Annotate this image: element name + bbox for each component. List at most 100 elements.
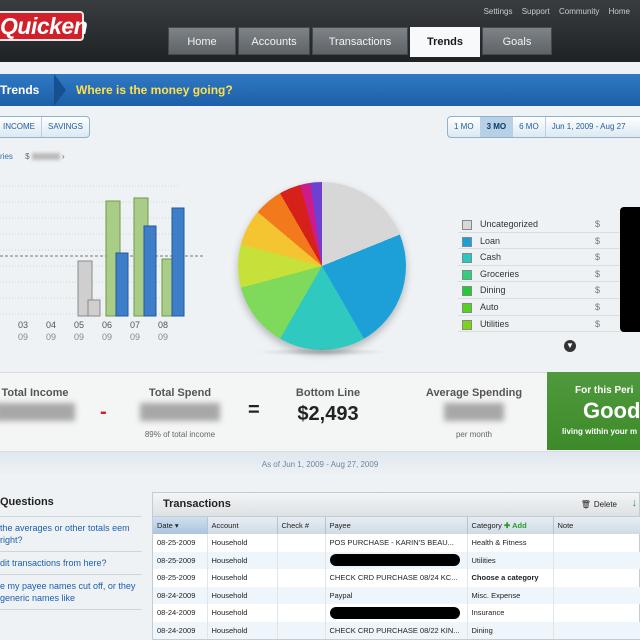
equals-sign: = bbox=[248, 399, 260, 421]
legend-row-loan[interactable]: Loan $ bbox=[458, 233, 640, 250]
average-spending-label: Average Spending bbox=[425, 387, 523, 399]
savings-button[interactable]: SAVINGS bbox=[42, 117, 89, 137]
section-bar: Trends Where is the money going? bbox=[0, 74, 640, 106]
legend-row-dining[interactable]: Dining $ bbox=[458, 282, 640, 299]
note-cell[interactable] bbox=[553, 551, 640, 569]
legend-swatch bbox=[462, 302, 472, 313]
tab-goals[interactable]: Goals bbox=[482, 27, 552, 55]
tab-accounts[interactable]: Accounts bbox=[238, 27, 310, 55]
column-check[interactable]: Check # bbox=[277, 517, 326, 534]
transactions-title: Transactions bbox=[163, 498, 231, 510]
table-row[interactable]: 08-25-2009 Household POS PURCHASE - KARIN'… bbox=[153, 534, 640, 552]
bottom-line-value: $2,493 bbox=[297, 403, 359, 425]
x-tick-label: 05 bbox=[74, 320, 84, 330]
payee-cell bbox=[325, 604, 468, 622]
category-cell[interactable]: Utilities bbox=[467, 551, 554, 569]
settings-link[interactable]: Settings bbox=[484, 7, 513, 16]
period-custom-button[interactable]: Jun 1, 2009 - Aug 27 bbox=[546, 117, 632, 137]
check-cell bbox=[277, 534, 326, 552]
tab-home[interactable]: Home bbox=[168, 27, 236, 55]
date-cell: 08-24-2009 bbox=[153, 586, 208, 604]
column-date[interactable]: Date ▾ bbox=[153, 517, 208, 534]
question-link-averages[interactable]: the averages or other totals eem right? bbox=[0, 517, 142, 552]
legend-row-auto[interactable]: Auto $ bbox=[458, 299, 640, 316]
total-spend: Total Spend 89% of total income bbox=[130, 387, 230, 439]
bar-08-09-1[interactable] bbox=[171, 207, 185, 317]
account-cell: Household bbox=[207, 586, 278, 604]
x-tick-label: 09 bbox=[74, 332, 84, 342]
table-row[interactable]: 08-24-2009 Household Paypal Misc. Expense bbox=[153, 586, 640, 604]
transactions-header: Transactions 🗑 Delete ↓ bbox=[153, 493, 639, 517]
category-cell[interactable]: Health & Fitness bbox=[467, 534, 554, 552]
note-cell[interactable] bbox=[553, 569, 640, 587]
legend-row-utilities[interactable]: Utilities $ bbox=[458, 316, 640, 333]
community-link[interactable]: Community bbox=[559, 7, 599, 16]
account-cell: Household bbox=[207, 569, 278, 587]
column-category[interactable]: Category ✚ Add bbox=[467, 517, 554, 534]
download-icon[interactable]: ↓ bbox=[632, 497, 638, 509]
legend-currency: $ bbox=[595, 285, 601, 296]
legend-currency: $ bbox=[595, 219, 601, 229]
chevron-down-icon[interactable]: ▼ bbox=[564, 340, 576, 352]
table-row[interactable]: 08-24-2009 Household Insurance bbox=[153, 604, 640, 622]
section-question: Where is the money going? bbox=[76, 83, 233, 97]
note-cell[interactable] bbox=[553, 621, 640, 639]
quicken-logo[interactable]: Quicken bbox=[0, 11, 88, 41]
legend-row-cash[interactable]: Cash $ bbox=[458, 249, 640, 266]
legend-row-uncategorized[interactable]: Uncategorized $ bbox=[458, 216, 640, 233]
add-category-button[interactable]: ✚ Add bbox=[504, 521, 527, 530]
table-row[interactable]: 08-24-2009 Household CHECK CRD PURCHASE 08… bbox=[153, 621, 640, 639]
legend-label: Utilities bbox=[480, 318, 510, 329]
category-cell[interactable]: Dining bbox=[467, 621, 554, 639]
period-status-value: Good bbox=[583, 398, 640, 423]
column-payee[interactable]: Payee bbox=[325, 517, 468, 534]
legend-currency: $ bbox=[595, 318, 601, 329]
legend-swatch bbox=[462, 319, 472, 330]
period-3mo-button[interactable]: 3 MO bbox=[480, 117, 514, 137]
table-row[interactable]: 08-25-2009 Household CHECK CRD PURCHASE 08… bbox=[153, 569, 640, 587]
period-6mo-button[interactable]: 6 MO bbox=[513, 117, 546, 137]
support-link[interactable]: Support bbox=[522, 7, 550, 16]
tab-trends[interactable]: Trends bbox=[410, 27, 480, 57]
bar-06-09-1[interactable] bbox=[115, 252, 129, 317]
home-link[interactable]: Home bbox=[609, 7, 630, 16]
note-cell[interactable] bbox=[553, 604, 640, 622]
legend-row-groceries[interactable]: Groceries $ bbox=[458, 266, 640, 283]
note-cell[interactable] bbox=[553, 534, 640, 552]
as-of-date: As of Jun 1, 2009 - Aug 27, 2009 bbox=[0, 452, 640, 478]
section-name: Trends bbox=[0, 83, 40, 97]
top-links: Settings Support Community Home bbox=[477, 7, 630, 16]
question-link-edit[interactable]: dit transactions from here? bbox=[0, 552, 142, 575]
category-cell[interactable]: Misc. Expense bbox=[467, 586, 554, 604]
legend-swatch bbox=[462, 236, 472, 247]
average-spending-sub: per month bbox=[455, 430, 493, 439]
spending-pie-chart[interactable] bbox=[238, 182, 406, 350]
note-cell[interactable] bbox=[553, 586, 640, 604]
x-tick-label: 09 bbox=[102, 332, 112, 342]
category-cell[interactable]: Choose a category bbox=[467, 569, 554, 587]
bar-chart-x-labels: 03 09 04 09 05 09 06 09 07 09 08 09 bbox=[18, 320, 168, 342]
bar-07-09-1[interactable] bbox=[143, 225, 157, 317]
x-tick-label: 09 bbox=[18, 332, 28, 342]
category-cell[interactable]: Insurance bbox=[467, 604, 554, 622]
x-tick-label: 07 bbox=[130, 320, 140, 330]
column-account[interactable]: Account bbox=[207, 517, 278, 534]
summary-band: Total Income - Total Spend 89% of total … bbox=[0, 372, 640, 452]
category-legend: Uncategorized $ Loan $ Cash $ Groceries … bbox=[458, 216, 640, 333]
question-link-payee[interactable]: e my payee names cut off, or they generi… bbox=[0, 575, 142, 610]
column-note[interactable]: Note bbox=[553, 517, 640, 534]
legend-label: Cash bbox=[480, 252, 502, 263]
period-1mo-button[interactable]: 1 MO bbox=[448, 117, 481, 137]
legend-swatch bbox=[462, 220, 472, 230]
period-status-title: For this Peri bbox=[575, 385, 634, 396]
delete-button[interactable]: 🗑 Delete bbox=[581, 500, 617, 509]
table-row[interactable]: 08-25-2009 Household Utilities bbox=[153, 551, 640, 569]
questions-panel: Questions the averages or other totals e… bbox=[0, 490, 142, 610]
total-income-value-blurred bbox=[0, 403, 75, 421]
bottom-line-label: Bottom Line bbox=[295, 387, 361, 399]
income-button[interactable]: INCOME bbox=[0, 117, 42, 137]
bar-05-09-1[interactable] bbox=[87, 299, 101, 317]
category-amount: $ › bbox=[25, 152, 65, 161]
category-selector[interactable]: ries $ › bbox=[0, 152, 65, 161]
tab-transactions[interactable]: Transactions bbox=[312, 27, 408, 55]
